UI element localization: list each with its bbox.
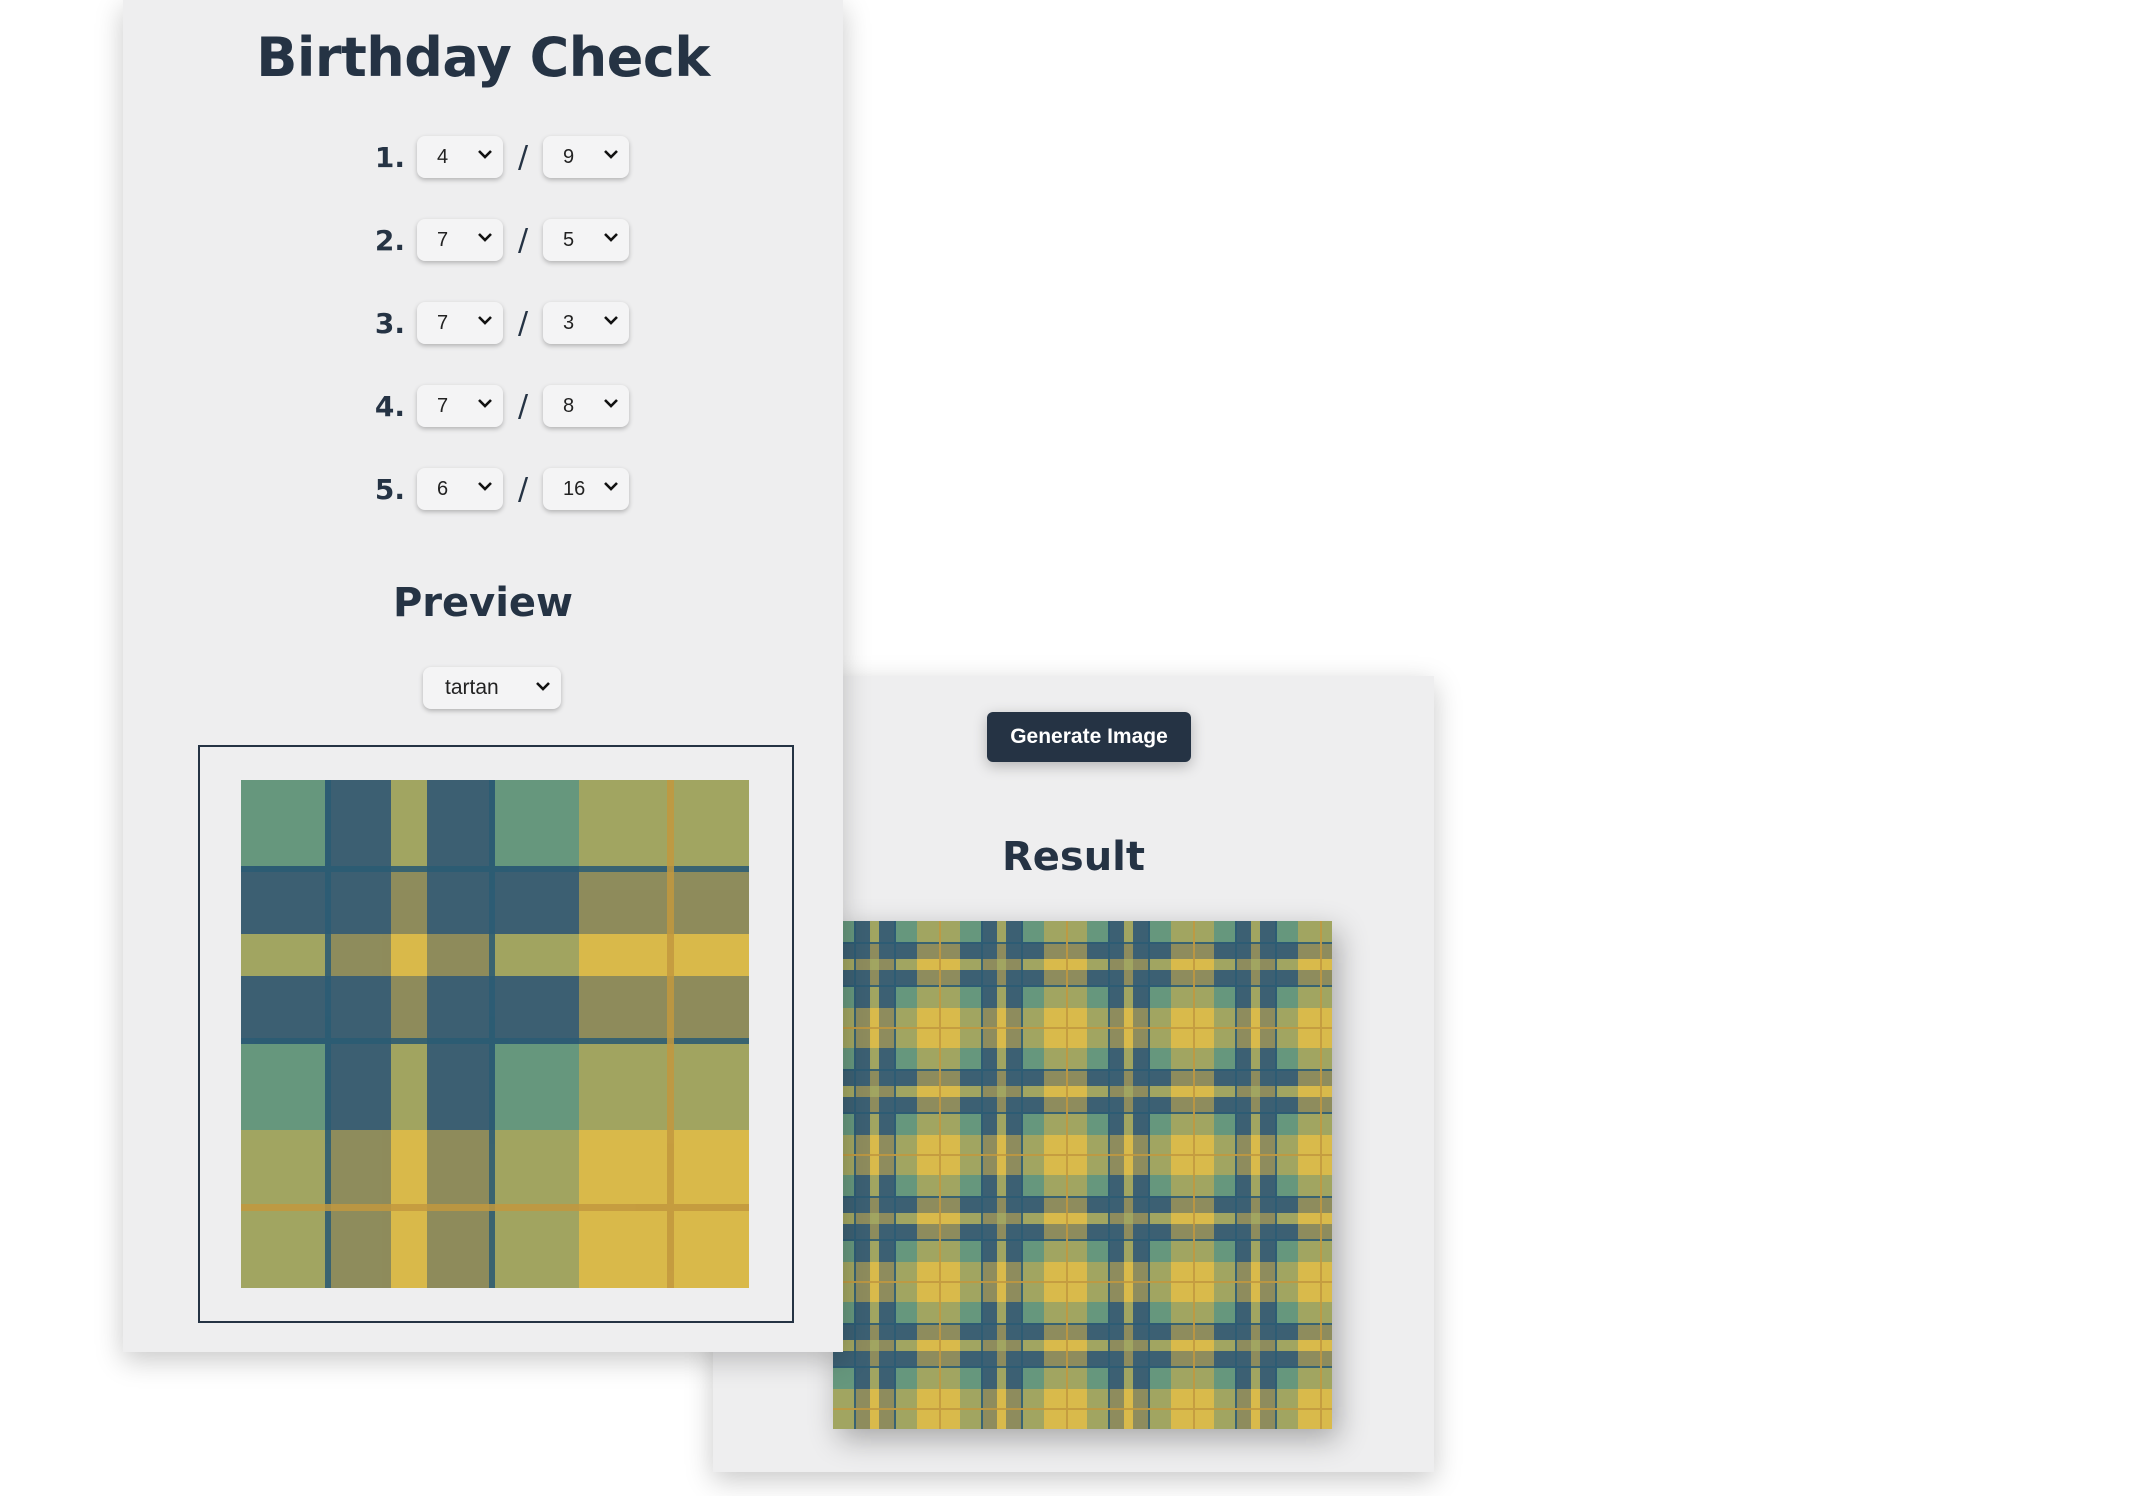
day-select[interactable]: 3	[543, 302, 629, 344]
chevron-down-icon	[536, 682, 550, 691]
day-select[interactable]: 5	[543, 219, 629, 261]
day-select[interactable]: 16	[543, 468, 629, 510]
row-number: 3.	[374, 306, 405, 340]
month-value: 4	[437, 145, 449, 168]
month-value: 7	[437, 311, 449, 334]
day-value: 3	[563, 311, 575, 334]
chevron-down-icon	[478, 316, 492, 325]
app-title: Birthday Check	[256, 26, 710, 89]
date-row-4: 4. 7 / 8	[359, 384, 629, 428]
tartan-result-image	[833, 921, 1332, 1429]
chevron-down-icon	[478, 150, 492, 159]
month-select[interactable]: 4	[417, 136, 503, 178]
month-value: 7	[437, 394, 449, 417]
row-number: 1.	[374, 140, 405, 174]
date-row-5: 5. 6 / 16	[359, 467, 629, 511]
date-separator: /	[517, 471, 529, 507]
chevron-down-icon	[478, 399, 492, 408]
date-separator: /	[517, 139, 529, 175]
month-value: 7	[437, 228, 449, 251]
day-value: 9	[563, 145, 575, 168]
chevron-down-icon	[604, 399, 618, 408]
preview-title: Preview	[392, 580, 574, 626]
generate-image-button[interactable]: Generate Image	[987, 712, 1191, 762]
day-value: 16	[563, 477, 586, 500]
month-value: 6	[437, 477, 449, 500]
month-select[interactable]: 7	[417, 385, 503, 427]
row-number: 4.	[374, 389, 405, 423]
date-separator: /	[517, 305, 529, 341]
date-row-2: 2. 7 / 5	[359, 218, 629, 262]
birthday-form-panel: Birthday Check 1. 4 / 9 2. 7 / 5 3. 7 /	[123, 0, 843, 1352]
date-separator: /	[517, 222, 529, 258]
month-select[interactable]: 7	[417, 302, 503, 344]
preview-frame	[198, 745, 794, 1323]
chevron-down-icon	[478, 233, 492, 242]
date-row-3: 3. 7 / 3	[359, 301, 629, 345]
pattern-style-select[interactable]: tartan	[423, 667, 561, 709]
chevron-down-icon	[478, 482, 492, 491]
day-value: 5	[563, 228, 575, 251]
month-select[interactable]: 7	[417, 219, 503, 261]
chevron-down-icon	[604, 233, 618, 242]
day-select[interactable]: 8	[543, 385, 629, 427]
day-select[interactable]: 9	[543, 136, 629, 178]
row-number: 2.	[374, 223, 405, 257]
tartan-preview-image	[241, 780, 749, 1288]
date-separator: /	[517, 388, 529, 424]
day-value: 8	[563, 394, 575, 417]
chevron-down-icon	[604, 482, 618, 491]
month-select[interactable]: 6	[417, 468, 503, 510]
row-number: 5.	[374, 472, 405, 506]
chevron-down-icon	[604, 150, 618, 159]
pattern-style-value: tartan	[445, 676, 499, 699]
date-row-1: 1. 4 / 9	[359, 135, 629, 179]
chevron-down-icon	[604, 316, 618, 325]
